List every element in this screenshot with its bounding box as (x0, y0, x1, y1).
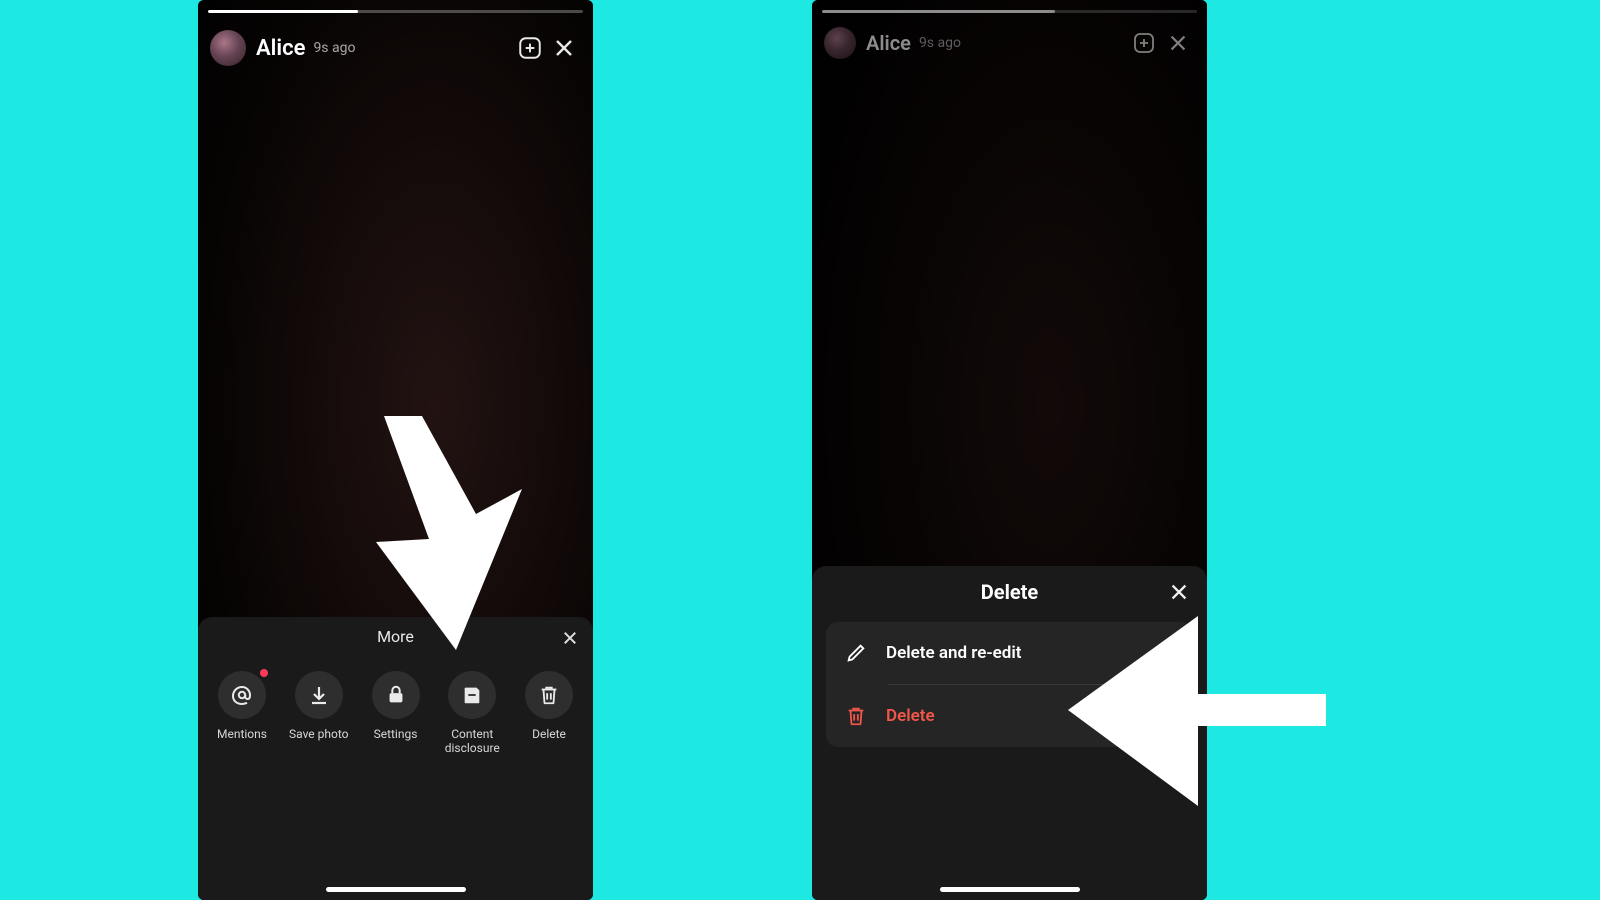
delete-sheet: Delete Delete and re-edit Delete (812, 566, 1207, 900)
more-item-label: Content disclosure (438, 727, 506, 755)
more-item-label: Mentions (217, 727, 267, 741)
phone-right: Alice 9s ago Delete Delete and re-edit (812, 0, 1207, 900)
option-delete-and-reedit[interactable]: Delete and re-edit (826, 622, 1193, 684)
phone-left: Alice 9s ago More Mentions (198, 0, 593, 900)
close-icon (552, 36, 576, 60)
more-sheet-items: Mentions Save photo Settings (208, 671, 583, 755)
more-item-label: Save photo (289, 727, 348, 741)
more-sheet-title: More (198, 627, 593, 646)
option-delete[interactable]: Delete (826, 685, 1193, 747)
story-progress-fill (208, 10, 358, 13)
delete-options-card: Delete and re-edit Delete (826, 622, 1193, 747)
content-disclosure-icon (461, 684, 483, 706)
trash-icon (845, 705, 867, 727)
lock-icon (385, 684, 407, 706)
add-story-button[interactable] (513, 31, 547, 65)
more-item-save-photo[interactable]: Save photo (285, 671, 353, 755)
trash-icon (538, 684, 560, 706)
more-item-delete[interactable]: Delete (515, 671, 583, 755)
more-sheet: More Mentions Save photo (198, 617, 593, 900)
more-item-mentions[interactable]: Mentions (208, 671, 276, 755)
edit-icon (845, 642, 867, 664)
download-icon (307, 683, 331, 707)
at-icon (230, 683, 254, 707)
add-story-icon (517, 35, 543, 61)
close-story-button[interactable] (547, 31, 581, 65)
avatar[interactable] (210, 30, 246, 66)
more-item-settings[interactable]: Settings (362, 671, 430, 755)
timestamp-label: 9s ago (313, 40, 355, 56)
delete-sheet-close-button[interactable] (1165, 578, 1193, 606)
more-item-content-disclosure[interactable]: Content disclosure (438, 671, 506, 755)
home-indicator (940, 887, 1080, 892)
story-header: Alice 9s ago (210, 30, 581, 66)
username-label[interactable]: Alice (256, 36, 305, 61)
close-icon (561, 629, 579, 647)
story-progress-bar (208, 10, 583, 13)
delete-sheet-title: Delete (812, 580, 1207, 604)
option-label: Delete and re-edit (886, 643, 1021, 663)
badge-dot (260, 669, 268, 677)
home-indicator (326, 887, 466, 892)
more-sheet-close-button[interactable] (557, 625, 583, 651)
more-item-label: Delete (532, 727, 566, 741)
option-label: Delete (886, 706, 935, 726)
more-item-label: Settings (374, 727, 418, 741)
close-icon (1168, 581, 1190, 603)
